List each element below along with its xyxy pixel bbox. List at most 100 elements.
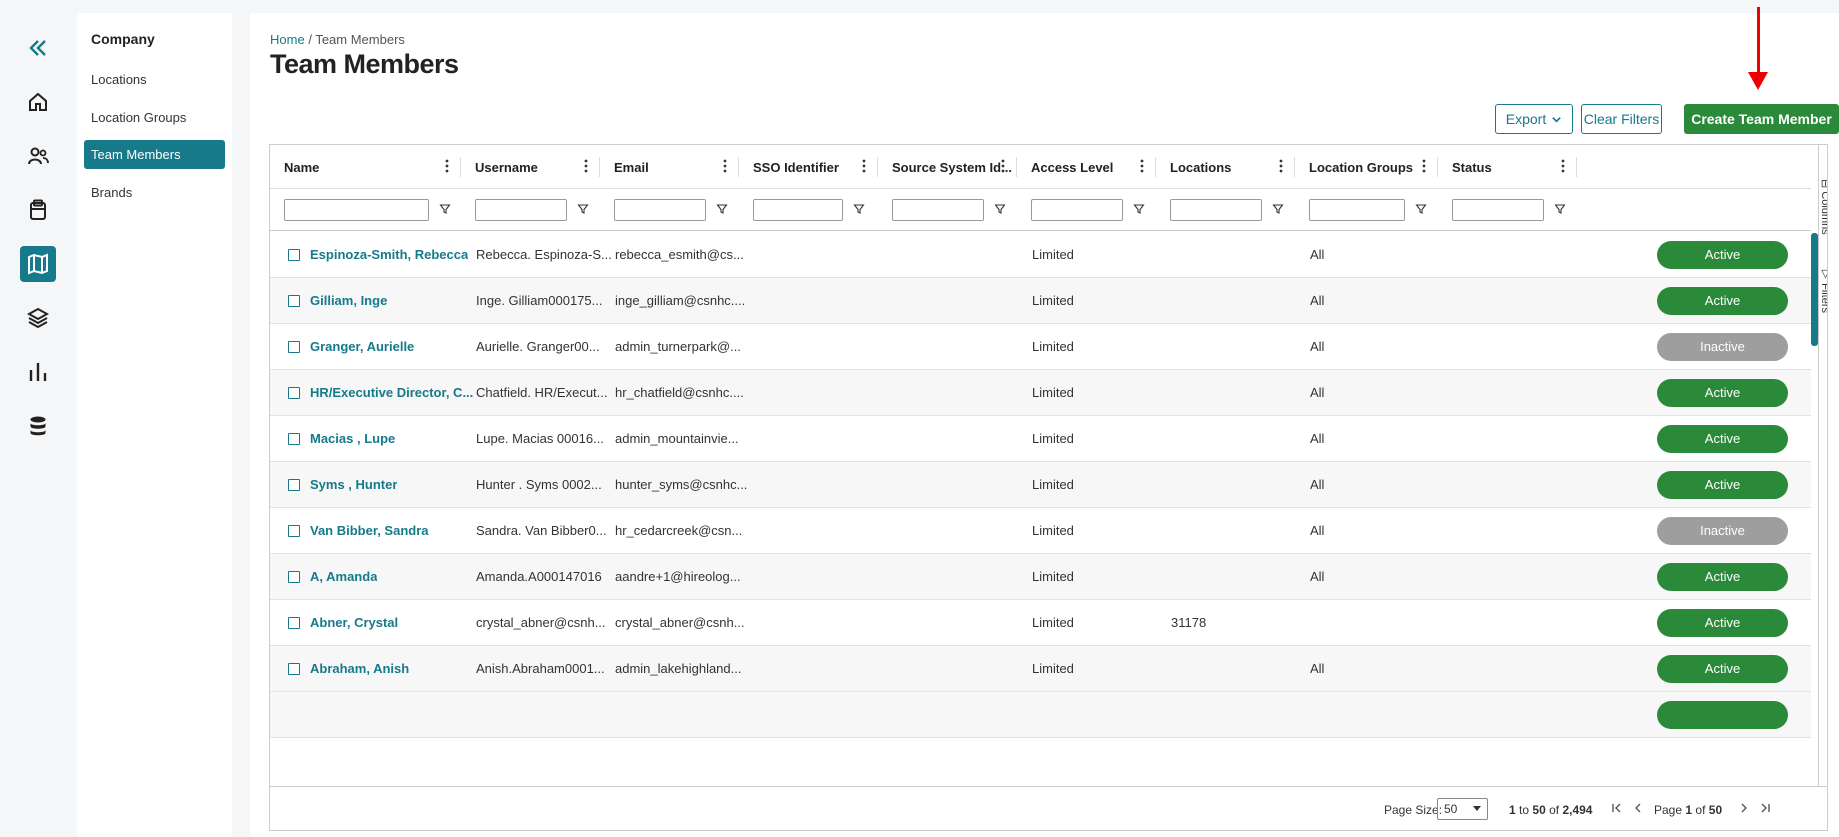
row-checkbox[interactable] [288,249,300,261]
filter-input-location-groups[interactable] [1309,199,1405,221]
next-page-icon[interactable] [1737,801,1751,815]
last-page-icon[interactable] [1758,801,1772,815]
member-name-link[interactable]: Abner, Crystal [310,600,398,646]
column-header-username[interactable]: Username [461,145,600,189]
row-checkbox[interactable] [288,295,300,307]
column-header-sso-identifier[interactable]: SSO Identifier [739,145,878,189]
collapse-icon[interactable] [20,30,56,66]
member-name-link[interactable]: Gilliam, Inge [310,278,387,324]
vertical-scrollbar[interactable] [1811,233,1818,346]
page-size-select[interactable]: 50 [1437,798,1488,820]
column-menu-icon[interactable] [1422,159,1426,173]
table-row[interactable]: Abraham, Anish Anish.Abraham0001... admin_… [270,646,1811,692]
member-name-link[interactable]: HR/Executive Director, C... [310,370,473,416]
member-name-link[interactable]: A, Amanda [310,554,377,600]
table-row[interactable]: Abner, Crystal crystal_abner@csnh... cryst… [270,600,1811,646]
previous-page-icon[interactable] [1631,801,1645,815]
member-name-link[interactable]: Espinoza-Smith, Rebecca [310,232,468,278]
row-checkbox[interactable] [288,617,300,629]
home-icon[interactable] [20,84,56,120]
clear-filters-button[interactable]: Clear Filters [1581,104,1662,134]
column-menu-icon[interactable] [862,159,866,173]
column-menu-icon[interactable] [1561,159,1565,173]
filter-icon[interactable] [1554,203,1566,215]
table-row[interactable]: Granger, Aurielle Aurielle. Granger00... a… [270,324,1811,370]
breadcrumb-home-link[interactable]: Home [270,32,305,47]
table-row[interactable]: HR/Executive Director, C... Chatfield. HR… [270,370,1811,416]
column-menu-icon[interactable] [445,159,449,173]
table-row[interactable]: Espinoza-Smith, Rebecca Rebecca. Espinoza… [270,232,1811,278]
filter-input-locations[interactable] [1170,199,1262,221]
filter-icon[interactable] [439,203,451,215]
layers-icon[interactable] [20,300,56,336]
member-name-link[interactable]: Granger, Aurielle [310,324,414,370]
row-checkbox[interactable] [288,387,300,399]
subnav-item-team-members[interactable]: Team Members [84,140,225,169]
column-menu-icon[interactable] [1140,159,1144,173]
row-checkbox[interactable] [288,663,300,675]
row-checkbox[interactable] [288,433,300,445]
filter-icon[interactable] [853,203,865,215]
row-checkbox[interactable] [288,341,300,353]
database-icon[interactable] [20,408,56,444]
member-name-link[interactable]: Macias , Lupe [310,416,395,462]
column-header-name[interactable]: Name [270,145,461,189]
column-header-locations[interactable]: Locations [1156,145,1295,189]
member-name-link[interactable]: Abraham, Anish [310,646,409,692]
people-icon[interactable] [20,138,56,174]
column-menu-icon[interactable] [723,159,727,173]
filter-input-name[interactable] [284,199,429,221]
filter-icon[interactable] [994,203,1006,215]
filter-icon[interactable] [1133,203,1145,215]
filter-input-status[interactable] [1452,199,1544,221]
filter-icon[interactable] [577,203,589,215]
subnav-item-location-groups[interactable]: Location Groups [84,103,225,132]
bar-chart-icon[interactable] [20,354,56,390]
table-row[interactable]: A, Amanda Amanda.A000147016 aandre+1@hireo… [270,554,1811,600]
table-row[interactable]: Gilliam, Inge Inge. Gilliam000175... inge_… [270,278,1811,324]
export-button[interactable]: Export [1495,104,1573,134]
member-name-link[interactable]: Van Bibber, Sandra [310,508,429,554]
cell-username: Anish.Abraham0001... [476,661,605,676]
table-row[interactable]: Van Bibber, Sandra Sandra. Van Bibber0...… [270,508,1811,554]
column-header-status[interactable]: Status [1438,145,1577,189]
filter-icon[interactable] [716,203,728,215]
filter-input-username[interactable] [475,199,567,221]
subnav-item-locations[interactable]: Locations [84,65,225,94]
clipboard-icon[interactable] [20,192,56,228]
column-header-label: Email [614,159,649,175]
first-page-icon[interactable] [1610,801,1624,815]
filter-icon: ▽ [1819,267,1828,280]
filter-input-sso-identifier[interactable] [753,199,843,221]
column-menu-icon[interactable] [1001,159,1005,173]
column-header-location-groups[interactable]: Location Groups [1295,145,1438,189]
table-row[interactable]: Macias , Lupe Lupe. Macias 00016... admin_… [270,416,1811,462]
row-checkbox[interactable] [288,525,300,537]
columns-tool-tab[interactable]: ⊟ Columns [1819,179,1827,235]
filter-cell-status [1438,198,1577,222]
icon-rail [0,0,76,837]
map-icon[interactable] [20,246,56,282]
annotation-arrow-line [1757,7,1760,73]
column-header-access-level[interactable]: Access Level [1017,145,1156,189]
column-menu-icon[interactable] [584,159,588,173]
member-name-link[interactable]: Syms , Hunter [310,462,397,508]
breadcrumb: Home / Team Members [270,32,405,47]
filter-icon[interactable] [1415,203,1427,215]
filter-input-source-system-id[interactable] [892,199,984,221]
filter-input-access-level[interactable] [1031,199,1123,221]
filter-icon[interactable] [1272,203,1284,215]
column-header-source-system-id[interactable]: Source System Id... [878,145,1017,189]
row-checkbox[interactable] [288,571,300,583]
team-members-grid: Name Username Email SSO Identifier Source Sy… [269,144,1828,831]
row-checkbox[interactable] [288,479,300,491]
subnav-item-brands[interactable]: Brands [84,178,225,207]
page-indicator: Page 1 of 50 [1654,803,1722,817]
filter-input-email[interactable] [614,199,706,221]
page-size-value: 50 [1444,802,1458,816]
column-header-email[interactable]: Email [600,145,739,189]
column-menu-icon[interactable] [1279,159,1283,173]
create-team-member-button[interactable]: Create Team Member [1684,104,1839,134]
filters-tool-tab[interactable]: ▽ Filters [1819,267,1828,313]
table-row[interactable]: Syms , Hunter Hunter . Syms 0002... hunter… [270,462,1811,508]
